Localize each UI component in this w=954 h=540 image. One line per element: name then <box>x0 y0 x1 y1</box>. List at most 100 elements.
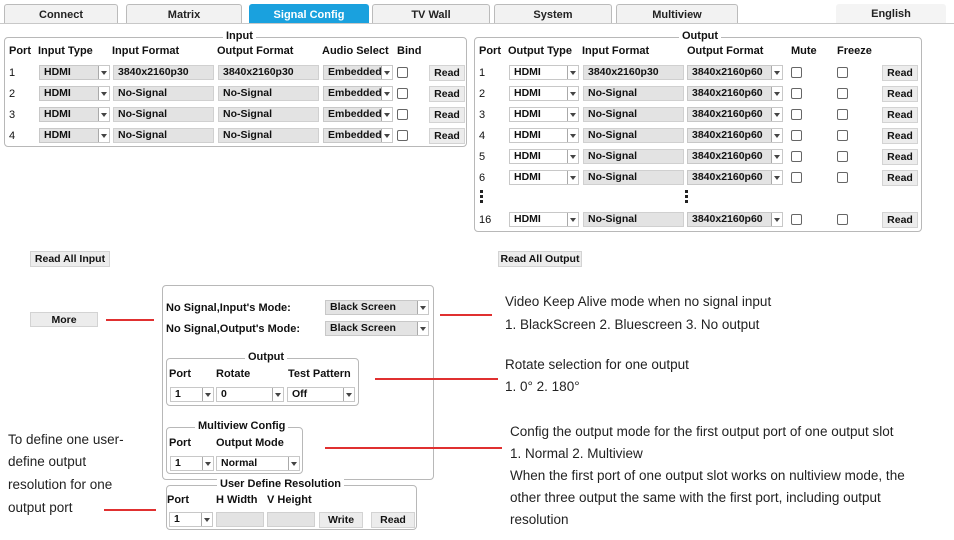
tab-tv-wall[interactable]: TV Wall <box>372 4 490 24</box>
bind-checkbox[interactable] <box>397 109 408 120</box>
output-format-select[interactable]: 3840x2160p60 <box>687 107 783 122</box>
input-type-value: HDMI <box>44 87 71 99</box>
output-type-select[interactable]: HDMI <box>509 107 579 122</box>
h-width-input[interactable] <box>216 512 264 527</box>
mute-checkbox[interactable] <box>791 88 802 99</box>
mute-checkbox[interactable] <box>791 214 802 225</box>
chevron-down-icon <box>98 129 109 142</box>
output-read-button[interactable]: Read <box>882 107 918 123</box>
output-row-port: 4 <box>479 130 486 142</box>
no-signal-output-mode-value: Black Screen <box>330 322 396 334</box>
output-format-value: 3840x2160p60 <box>692 213 763 225</box>
freeze-checkbox[interactable] <box>837 172 848 183</box>
tab-signal-config[interactable]: Signal Config <box>249 4 369 24</box>
udr-write-button[interactable]: Write <box>319 512 363 528</box>
input-type-select[interactable]: HDMI <box>39 65 110 80</box>
output-format-select[interactable]: 3840x2160p60 <box>687 212 783 227</box>
output-format-select[interactable]: 3840x2160p60 <box>687 149 783 164</box>
note-rotate-title: Rotate selection for one output <box>505 357 689 372</box>
input-type-select[interactable]: HDMI <box>39 86 110 101</box>
language-selector[interactable]: English <box>836 4 946 24</box>
input-type-select[interactable]: HDMI <box>39 107 110 122</box>
udr-port-value: 1 <box>174 513 180 525</box>
output-mode-value: Normal <box>221 457 258 469</box>
output-type-value: HDMI <box>514 171 541 183</box>
chevron-down-icon <box>567 171 578 184</box>
input-format-field: No-Signal <box>113 128 214 143</box>
read-all-output-button[interactable]: Read All Output <box>498 251 582 267</box>
input-read-button[interactable]: Read <box>429 86 465 102</box>
output-read-button[interactable]: Read <box>882 128 918 144</box>
output-type-select[interactable]: HDMI <box>509 149 579 164</box>
output-read-button[interactable]: Read <box>882 212 918 228</box>
output-type-select[interactable]: HDMI <box>509 65 579 80</box>
output-format-select[interactable]: 3840x2160p60 <box>687 86 783 101</box>
output-type-select[interactable]: HDMI <box>509 128 579 143</box>
output-type-select[interactable]: HDMI <box>509 86 579 101</box>
no-signal-input-mode-select[interactable]: Black Screen <box>325 300 429 315</box>
test-pattern-select[interactable]: Off <box>287 387 355 402</box>
mute-checkbox[interactable] <box>791 109 802 120</box>
freeze-checkbox[interactable] <box>837 88 848 99</box>
annotation-line-more <box>106 319 154 321</box>
output-read-button[interactable]: Read <box>882 149 918 165</box>
note-multiview-options: 1. Normal 2. Multiview <box>510 446 643 461</box>
multiview-port-select[interactable]: 1 <box>170 456 214 471</box>
mute-checkbox[interactable] <box>791 67 802 78</box>
output-read-button[interactable]: Read <box>882 170 918 186</box>
audio-select[interactable]: Embedded <box>323 128 393 143</box>
freeze-checkbox[interactable] <box>837 130 848 141</box>
annotation-line-keep-alive <box>440 314 492 316</box>
read-all-input-button[interactable]: Read All Input <box>30 251 110 267</box>
rotate-port-select[interactable]: 1 <box>170 387 214 402</box>
bind-checkbox[interactable] <box>397 67 408 78</box>
output-format-select[interactable]: 3840x2160p60 <box>687 65 783 80</box>
multiview-config-group: Multiview Config Port Output Mode 1 Norm… <box>166 420 303 474</box>
output-header-port: Port <box>479 45 501 57</box>
freeze-checkbox[interactable] <box>837 109 848 120</box>
output-type-select[interactable]: HDMI <box>509 170 579 185</box>
bind-checkbox[interactable] <box>397 88 408 99</box>
output-read-button[interactable]: Read <box>882 86 918 102</box>
mute-checkbox[interactable] <box>791 130 802 141</box>
udr-read-button[interactable]: Read <box>371 512 415 528</box>
mute-checkbox[interactable] <box>791 172 802 183</box>
v-height-input[interactable] <box>267 512 315 527</box>
audio-select[interactable]: Embedded <box>323 107 393 122</box>
freeze-checkbox[interactable] <box>837 151 848 162</box>
tab-system[interactable]: System <box>494 4 612 24</box>
tab-matrix[interactable]: Matrix <box>126 4 242 24</box>
input-read-button[interactable]: Read <box>429 107 465 123</box>
freeze-checkbox[interactable] <box>837 214 848 225</box>
output-row-port: 3 <box>479 109 486 121</box>
output-read-button[interactable]: Read <box>882 65 918 81</box>
udr-port-select[interactable]: 1 <box>169 512 213 527</box>
output-format-value: 3840x2160p60 <box>692 87 763 99</box>
rotate-output-group-title: Output <box>245 351 288 363</box>
output-format-select[interactable]: 3840x2160p60 <box>687 170 783 185</box>
chevron-down-icon <box>771 213 782 226</box>
no-signal-input-mode-value: Black Screen <box>330 301 396 313</box>
no-signal-output-mode-select[interactable]: Black Screen <box>325 321 429 336</box>
input-read-button[interactable]: Read <box>429 128 465 144</box>
output-mode-select[interactable]: Normal <box>216 456 300 471</box>
tab-multiview[interactable]: Multiview <box>616 4 738 24</box>
input-read-button[interactable]: Read <box>429 65 465 81</box>
output-row-port: 2 <box>479 88 486 100</box>
output-format-value: 3840x2160p60 <box>692 108 763 120</box>
chevron-down-icon <box>201 513 212 526</box>
output-input-format-field: No-Signal <box>583 212 684 227</box>
tab-connect[interactable]: Connect <box>4 4 118 24</box>
annotation-line-rotate <box>375 378 498 380</box>
rotate-select[interactable]: 0 <box>216 387 284 402</box>
output-type-select[interactable]: HDMI <box>509 212 579 227</box>
mute-checkbox[interactable] <box>791 151 802 162</box>
note-udr-line-2: define output <box>8 454 87 469</box>
bind-checkbox[interactable] <box>397 130 408 141</box>
freeze-checkbox[interactable] <box>837 67 848 78</box>
output-format-select[interactable]: 3840x2160p60 <box>687 128 783 143</box>
audio-select[interactable]: Embedded <box>323 86 393 101</box>
input-type-select[interactable]: HDMI <box>39 128 110 143</box>
more-button[interactable]: More <box>30 312 98 327</box>
audio-select[interactable]: Embedded <box>323 65 393 80</box>
